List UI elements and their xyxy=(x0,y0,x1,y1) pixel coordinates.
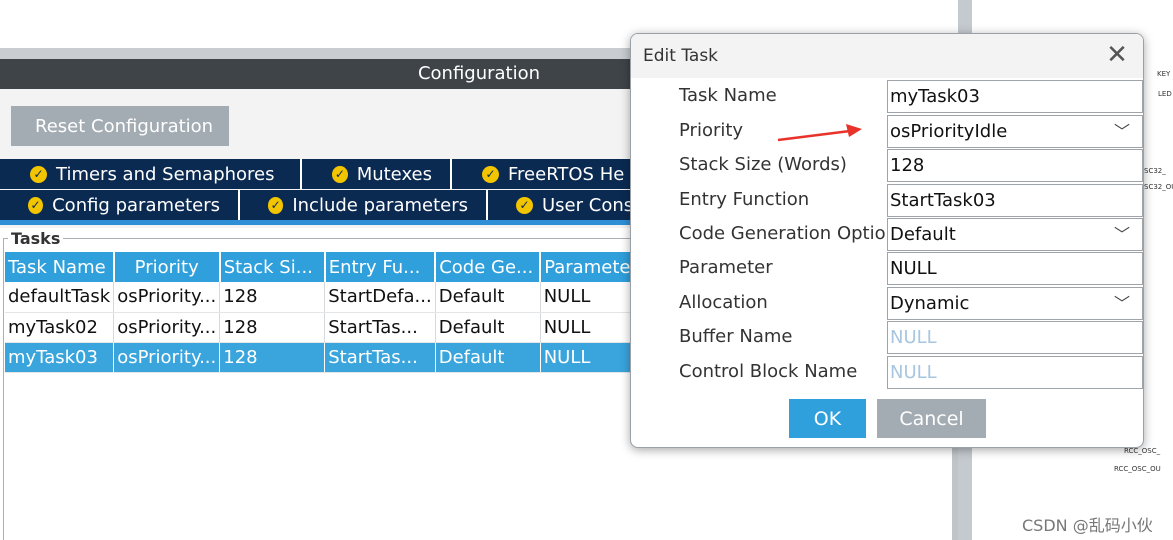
annotation-arrow xyxy=(777,124,862,142)
tab-label: Config parameters xyxy=(52,194,220,216)
tab-config-parameters[interactable]: ✓ Config parameters xyxy=(0,190,240,220)
task-name-label: Task Name xyxy=(679,85,777,106)
cell-stack-size: 128 xyxy=(219,312,326,343)
task-name-value: myTask03 xyxy=(890,86,980,107)
parameter-input[interactable]: NULL xyxy=(887,252,1143,285)
tab-timers-semaphores[interactable]: ✓ Timers and Semaphores xyxy=(0,159,302,189)
tab-label: Mutexes xyxy=(356,163,432,185)
pin-label: SC32_OU xyxy=(1144,183,1173,191)
cell-task-name: defaultTask xyxy=(5,282,115,313)
check-icon: ✓ xyxy=(482,165,499,183)
control-block-name-label: Control Block Name xyxy=(679,361,858,382)
priority-label: Priority xyxy=(679,120,744,141)
entry-function-input[interactable]: StartTask03 xyxy=(887,184,1143,217)
task-name-input[interactable]: myTask03 xyxy=(887,80,1143,113)
cancel-button[interactable]: Cancel xyxy=(877,399,986,438)
dialog-titlebar[interactable]: Edit Task ✕ xyxy=(631,34,1143,78)
close-icon[interactable]: ✕ xyxy=(1105,42,1129,68)
annotation-arrow-head xyxy=(846,124,862,137)
tab-freertos-heap[interactable]: ✓ FreeRTOS He xyxy=(452,159,652,189)
chevron-down-icon: ﹀ xyxy=(1113,225,1130,244)
buffer-name-placeholder: NULL xyxy=(890,327,937,348)
cell-code-generation: Default xyxy=(435,342,541,373)
column-header-stack-size[interactable]: Stack Si... xyxy=(219,252,326,282)
control-block-name-placeholder: NULL xyxy=(890,362,937,383)
reset-configuration-button[interactable]: Reset Configuration xyxy=(11,106,229,146)
column-header-priority[interactable]: Priority xyxy=(113,252,221,282)
parameter-label: Parameter xyxy=(679,257,773,278)
cell-stack-size: 128 xyxy=(219,282,326,313)
allocation-value: Dynamic xyxy=(890,293,970,314)
parameter-value: NULL xyxy=(890,258,937,279)
cell-entry-function: StartTas... xyxy=(324,312,436,343)
cell-code-generation: Default xyxy=(435,282,541,313)
cell-priority: osPriority... xyxy=(113,312,221,343)
entry-function-value: StartTask03 xyxy=(890,190,996,211)
table-row[interactable]: myTask02 osPriority... 128 StartTas... D… xyxy=(5,312,646,343)
entry-function-label: Entry Function xyxy=(679,189,810,210)
pin-label: KEY xyxy=(1157,70,1171,78)
priority-select[interactable]: osPriorityIdle ﹀ xyxy=(887,115,1143,148)
stack-size-value: 128 xyxy=(890,155,925,176)
priority-value: osPriorityIdle xyxy=(890,121,1008,142)
cell-entry-function: StartDefa... xyxy=(324,282,436,313)
cell-entry-function: StartTas... xyxy=(324,342,436,373)
tab-include-parameters[interactable]: ✓ Include parameters xyxy=(240,190,488,220)
stack-size-label: Stack Size (Words) xyxy=(679,154,847,175)
control-block-name-input[interactable]: NULL xyxy=(887,356,1143,389)
edit-task-dialog: Edit Task ✕ Task Name myTask03 Priority … xyxy=(630,33,1144,448)
cell-task-name: myTask02 xyxy=(5,312,115,343)
tab-label: Include parameters xyxy=(292,194,468,216)
pin-label: LED xyxy=(1158,90,1172,98)
table-header-row: Task Name Priority Stack Si... Entry Fu.… xyxy=(5,252,647,282)
check-icon: ✓ xyxy=(332,165,348,183)
code-generation-label: Code Generation Option xyxy=(679,223,898,244)
tasks-table: Task Name Priority Stack Si... Entry Fu.… xyxy=(5,252,647,373)
cell-stack-size: 128 xyxy=(219,342,326,373)
code-generation-select[interactable]: Default ﹀ xyxy=(887,218,1143,251)
check-icon: ✓ xyxy=(516,196,533,214)
tasks-section-label: Tasks xyxy=(8,229,64,248)
check-icon: ✓ xyxy=(28,196,44,214)
allocation-select[interactable]: Dynamic ﹀ xyxy=(887,287,1143,320)
pin-label: SC32_ xyxy=(1144,167,1166,175)
pin-label: RCC_OSC_OU xyxy=(1114,465,1161,473)
buffer-name-label: Buffer Name xyxy=(679,326,793,347)
pin-label: RCC_OSC_ xyxy=(1124,447,1161,455)
ok-button[interactable]: OK xyxy=(789,399,866,438)
chevron-down-icon: ﹀ xyxy=(1113,294,1130,313)
cell-task-name: myTask03 xyxy=(5,342,115,373)
cell-code-generation: Default xyxy=(435,312,541,343)
tab-mutexes[interactable]: ✓ Mutexes xyxy=(302,159,452,189)
tab-label: FreeRTOS He xyxy=(508,163,625,185)
table-row[interactable]: defaultTask osPriority... 128 StartDefa.… xyxy=(5,282,646,313)
cell-priority: osPriority... xyxy=(113,282,221,313)
check-icon: ✓ xyxy=(30,165,47,183)
buffer-name-input[interactable]: NULL xyxy=(887,321,1143,354)
check-icon: ✓ xyxy=(268,196,284,214)
tab-label: Timers and Semaphores xyxy=(56,163,275,185)
chevron-down-icon: ﹀ xyxy=(1113,122,1130,141)
watermark: CSDN @乱码小伙 xyxy=(1022,516,1153,535)
tab-label: User Cons xyxy=(542,194,634,216)
column-header-entry-function[interactable]: Entry Fu... xyxy=(324,252,437,282)
column-header-task-name[interactable]: Task Name xyxy=(5,252,115,282)
annotation-arrow-shaft xyxy=(777,129,851,142)
code-generation-value: Default xyxy=(890,224,956,245)
allocation-label: Allocation xyxy=(679,292,768,313)
cell-priority: osPriority... xyxy=(113,342,221,373)
stack-size-input[interactable]: 128 xyxy=(887,149,1143,182)
table-row-selected[interactable]: myTask03 osPriority... 128 StartTas... D… xyxy=(5,342,646,373)
column-header-code-generation[interactable]: Code Ge... xyxy=(435,252,542,282)
dialog-title: Edit Task xyxy=(643,46,719,66)
